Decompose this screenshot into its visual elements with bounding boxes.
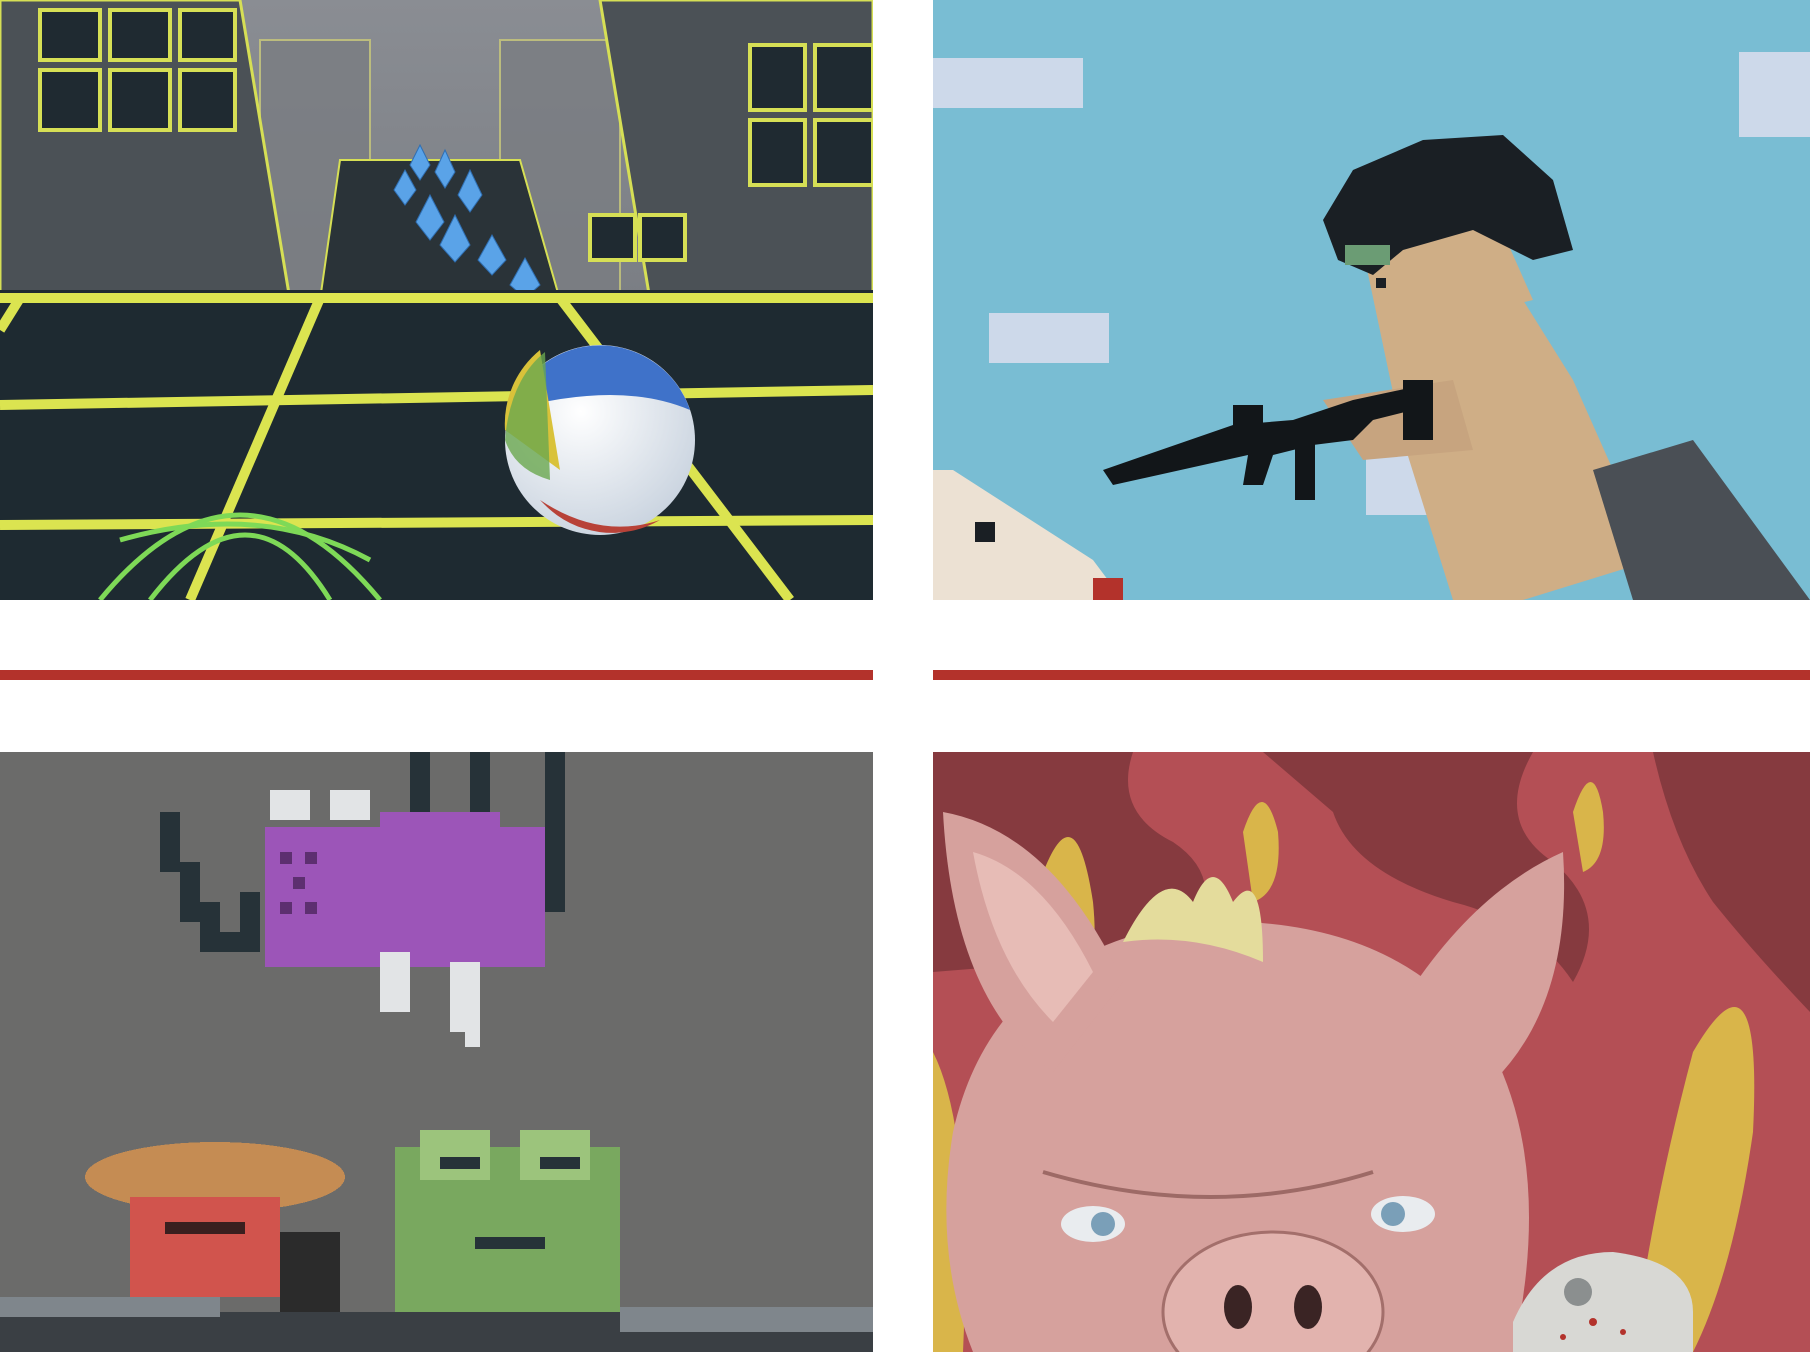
divider-rule-left	[0, 670, 873, 680]
pixel-creatures-artwork	[0, 752, 873, 1352]
game-thumbnail-pixel-creatures[interactable]	[0, 752, 873, 1352]
neon-city-ball-artwork	[0, 0, 873, 600]
divider-rule-right	[933, 670, 1810, 680]
angry-pig-artwork	[933, 752, 1810, 1352]
pixel-shooter-artwork	[933, 0, 1810, 600]
game-thumbnail-angry-pig[interactable]	[933, 752, 1810, 1352]
game-thumbnail-pixel-shooter[interactable]	[933, 0, 1810, 600]
game-thumbnail-neon-ball[interactable]	[0, 0, 873, 600]
